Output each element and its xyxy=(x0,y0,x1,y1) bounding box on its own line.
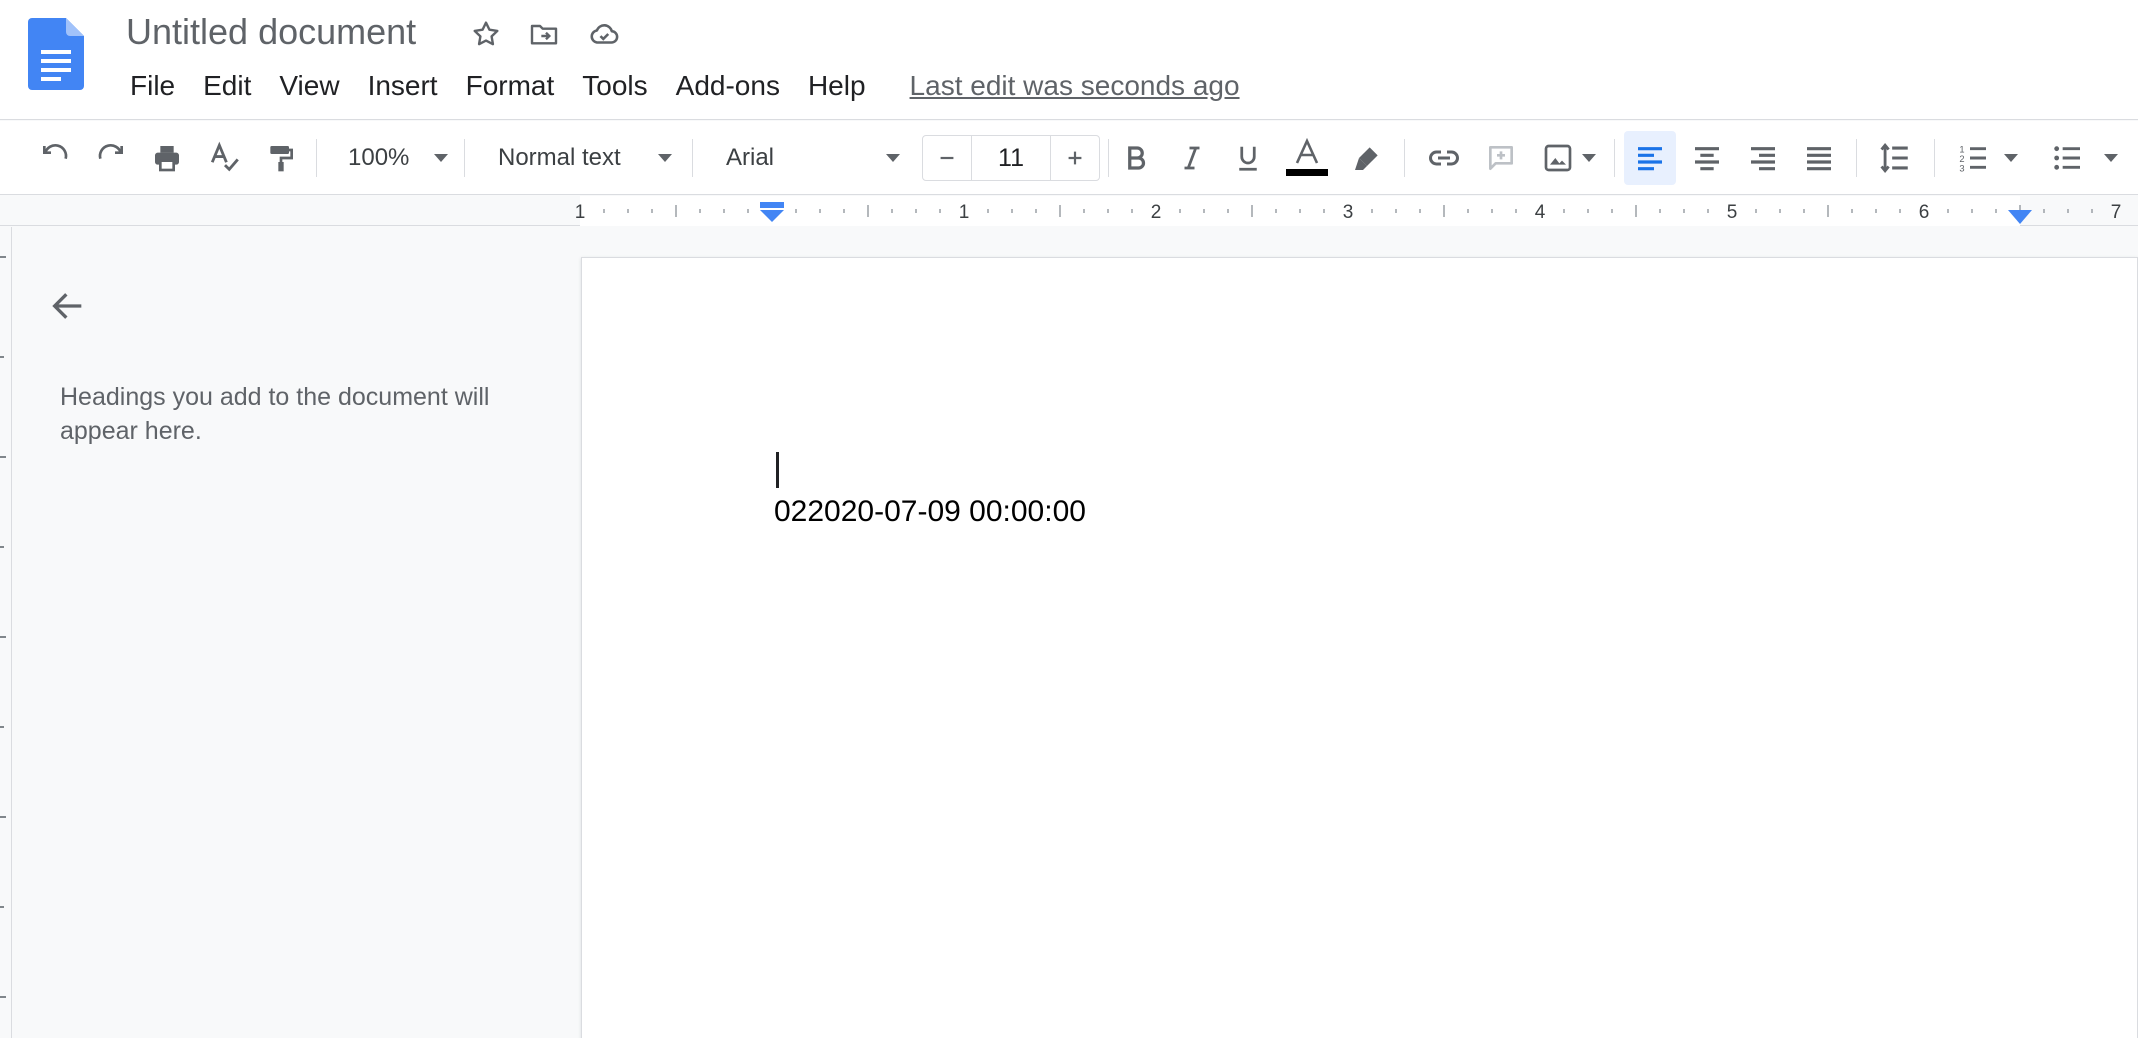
menu-bar: File Edit View Insert Format Tools Add-o… xyxy=(116,66,1240,106)
title-bar: Untitled document File Edit View Insert … xyxy=(0,0,2138,120)
toolbar-divider xyxy=(316,139,317,177)
outline-empty-hint: Headings you add to the document will ap… xyxy=(60,383,490,445)
toolbar-divider xyxy=(1934,139,1935,177)
decrease-font-size-button[interactable] xyxy=(923,136,971,180)
text-color-icon[interactable] xyxy=(1284,137,1330,179)
ruler-label: 1 xyxy=(959,202,970,223)
font-dropdown[interactable]: Arial xyxy=(706,137,906,179)
link-icon[interactable] xyxy=(1422,137,1466,179)
font-size-input[interactable]: 11 xyxy=(971,136,1051,180)
google-docs-window: Untitled document File Edit View Insert … xyxy=(0,0,2138,1038)
justify-icon[interactable] xyxy=(1798,137,1840,179)
bold-icon[interactable] xyxy=(1116,137,1156,179)
zoom-dropdown[interactable]: 100% xyxy=(330,137,456,179)
cloud-saved-icon[interactable] xyxy=(586,16,622,52)
add-comment-icon[interactable] xyxy=(1480,137,1522,179)
bulleted-list-icon[interactable] xyxy=(2046,137,2124,179)
paint-format-icon[interactable] xyxy=(260,137,302,179)
ruler-label: 6 xyxy=(1919,202,1930,223)
ruler-label: 3 xyxy=(1343,202,1354,223)
toolbar-divider xyxy=(1404,139,1405,177)
paragraph-style-value: Normal text xyxy=(498,144,621,171)
menu-help[interactable]: Help xyxy=(794,66,880,106)
toolbar-divider xyxy=(692,139,693,177)
print-icon[interactable] xyxy=(146,137,188,179)
vertical-ruler xyxy=(0,227,12,1038)
ruler-label: 4 xyxy=(1535,202,1546,223)
document-title[interactable]: Untitled document xyxy=(126,10,416,54)
insert-image-icon[interactable] xyxy=(1534,137,1604,179)
close-outline-arrow-icon[interactable] xyxy=(46,284,90,328)
numbered-list-icon[interactable]: 123 xyxy=(1952,137,2024,179)
undo-icon[interactable] xyxy=(34,137,76,179)
ruler-scale: 1 1 2 3 4 5 6 7 xyxy=(575,196,2122,226)
line-spacing-icon[interactable] xyxy=(1874,137,1916,179)
text-cursor xyxy=(776,452,779,488)
move-to-folder-icon[interactable] xyxy=(526,16,562,52)
chevron-down-icon xyxy=(1582,154,1596,162)
increase-font-size-button[interactable] xyxy=(1051,136,1099,180)
font-size-control: 11 xyxy=(922,135,1100,181)
toolbar-divider xyxy=(464,139,465,177)
ruler-label: 5 xyxy=(1727,202,1738,223)
toolbar-divider xyxy=(1108,139,1109,177)
menu-edit[interactable]: Edit xyxy=(189,66,265,106)
zoom-value: 100% xyxy=(348,144,410,171)
menu-tools[interactable]: Tools xyxy=(568,66,661,106)
star-icon[interactable] xyxy=(468,16,504,52)
ruler-label: 7 xyxy=(2111,202,2122,223)
ruler-label: 1 xyxy=(575,202,586,223)
menu-format[interactable]: Format xyxy=(452,66,569,106)
menu-add-ons[interactable]: Add-ons xyxy=(662,66,794,106)
toolbar: 100% Normal text Arial 11 1 2 3 xyxy=(0,121,2138,195)
toolbar-divider xyxy=(1614,139,1615,177)
menu-insert[interactable]: Insert xyxy=(354,66,452,106)
toolbar-divider xyxy=(1856,139,1857,177)
chevron-down-icon xyxy=(658,154,672,162)
align-left-icon[interactable] xyxy=(1624,131,1676,185)
chevron-down-icon xyxy=(2004,154,2018,162)
docs-logo-icon[interactable] xyxy=(28,18,84,90)
align-center-icon[interactable] xyxy=(1686,137,1728,179)
last-edit-link[interactable]: Last edit was seconds ago xyxy=(910,66,1240,106)
document-page[interactable]: 022020-07-09 00:00:00 xyxy=(581,257,2138,1038)
spellcheck-icon[interactable] xyxy=(204,137,246,179)
menu-view[interactable]: View xyxy=(265,66,353,106)
document-body-text[interactable]: 022020-07-09 00:00:00 xyxy=(774,492,1086,532)
chevron-down-icon xyxy=(434,154,448,162)
menu-file[interactable]: File xyxy=(116,66,189,106)
font-value: Arial xyxy=(726,144,775,171)
horizontal-ruler[interactable]: 1 1 2 3 4 5 6 7 xyxy=(0,196,2138,226)
chevron-down-icon xyxy=(2104,154,2118,162)
highlight-icon[interactable] xyxy=(1346,137,1388,179)
ruler-label: 2 xyxy=(1151,202,1162,223)
svg-text:3: 3 xyxy=(1959,163,1964,173)
align-right-icon[interactable] xyxy=(1742,137,1784,179)
indent-marker-icon[interactable] xyxy=(760,202,784,222)
redo-icon[interactable] xyxy=(90,137,132,179)
underline-icon[interactable] xyxy=(1228,137,1268,179)
chevron-down-icon xyxy=(886,154,900,162)
right-indent-marker-icon[interactable] xyxy=(2008,210,2032,224)
paragraph-style-dropdown[interactable]: Normal text xyxy=(480,137,680,179)
italic-icon[interactable] xyxy=(1172,137,1212,179)
